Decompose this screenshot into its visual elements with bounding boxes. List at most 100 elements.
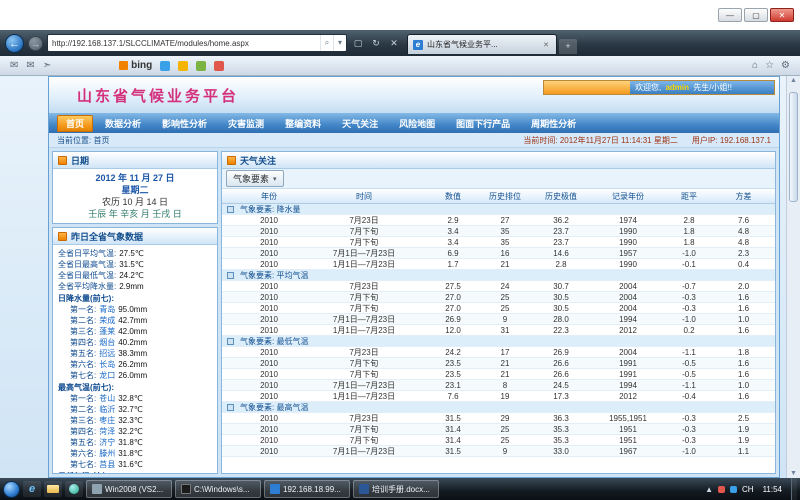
menu-item-5[interactable]: 天气关注 [333, 115, 387, 132]
rank-item: 第二名:临沂32.7℃ [58, 404, 212, 415]
table-row[interactable]: 20107月23日31.52936.31955,1951-0.32.5 [222, 413, 775, 424]
menu-item-8[interactable]: 周期性分析 [522, 115, 585, 132]
explorer-quicklaunch-icon[interactable] [44, 481, 62, 497]
table-row[interactable]: 20107月1日—7月23日23.1824.51994-1.11.0 [222, 380, 775, 391]
tray-app-icon[interactable] [718, 486, 725, 493]
language-indicator[interactable]: CH [742, 485, 754, 494]
table-row[interactable]: 20101月1日—7月23日7.61917.32012-0.41.6 [222, 391, 775, 402]
taskbar-button-0[interactable]: Win2008 (VS2... [86, 480, 172, 498]
station-link[interactable]: 菏泽 [99, 427, 115, 436]
back-button[interactable]: ← [5, 34, 24, 53]
toolbar-app3-icon[interactable] [214, 61, 224, 71]
station-link[interactable]: 招远 [99, 349, 115, 358]
taskbar-button-1[interactable]: C:\Windows\s... [175, 480, 261, 498]
section-header-row[interactable]: 气象要素: 平均气温 [222, 270, 775, 281]
hidden-icons-arrow[interactable]: ▲ [705, 485, 713, 494]
autocomplete-dropdown-icon[interactable]: ▾ [333, 35, 346, 51]
table-cell: 33.0 [532, 446, 590, 456]
screen: — ▢ ✕ ← → http://192.168.137.1/SLCCLIMAT… [0, 0, 800, 500]
station-link[interactable]: 蓬莱 [99, 327, 115, 336]
section-header-row[interactable]: 气象要素: 最高气温 [222, 402, 775, 413]
menu-item-7[interactable]: 图面下行产品 [447, 115, 519, 132]
start-button[interactable] [3, 481, 20, 498]
table-row[interactable]: 20107月下旬3.43523.719901.84.8 [222, 237, 775, 248]
table-cell: 0.2 [666, 325, 712, 335]
forward-button[interactable]: → [28, 36, 43, 51]
table-row[interactable]: 20107月下旬31.42535.31951-0.31.9 [222, 435, 775, 446]
media-quicklaunch-icon[interactable] [65, 481, 83, 497]
compatibility-icon[interactable]: ▢ [351, 38, 365, 49]
menu-item-4[interactable]: 整编资料 [276, 115, 330, 132]
address-bar[interactable]: http://192.168.137.1/SLCCLIMATE/modules/… [47, 34, 347, 52]
messenger-icon[interactable] [160, 61, 170, 71]
ie-quicklaunch-icon[interactable]: e [23, 481, 41, 497]
tab-shandong-climate[interactable]: e 山东省气候业务平... ✕ [407, 34, 557, 54]
minimize-button[interactable]: — [718, 8, 742, 22]
collapse-cell[interactable] [222, 204, 238, 214]
show-desktop-button[interactable] [791, 478, 797, 500]
tab-close-icon[interactable]: ✕ [541, 41, 551, 49]
scrollbar-thumb[interactable] [789, 92, 798, 202]
tray-network-icon[interactable] [730, 486, 737, 493]
scroll-up-icon[interactable]: ▲ [790, 77, 797, 84]
station-link[interactable]: 枣庄 [99, 416, 115, 425]
collapse-cell[interactable] [222, 270, 238, 280]
table-row[interactable]: 20107月下旬27.02530.52004-0.31.6 [222, 303, 775, 314]
station-link[interactable]: 苍山 [99, 394, 115, 403]
stop-icon[interactable]: ✕ [387, 38, 401, 49]
station-link[interactable]: 烟台 [99, 338, 115, 347]
toolbar-app2-icon[interactable] [196, 61, 206, 71]
station-link[interactable]: 荣成 [99, 316, 115, 325]
mail2-icon[interactable]: ✉ [26, 60, 34, 71]
table-row[interactable]: 20107月1日—7月23日26.9928.01994-1.01.0 [222, 314, 775, 325]
maximize-button[interactable]: ▢ [744, 8, 768, 22]
url-text[interactable]: http://192.168.137.1/SLCCLIMATE/modules/… [48, 39, 320, 48]
bing-search-box[interactable]: bing [119, 60, 152, 71]
table-row[interactable]: 20107月23日2.92736.219742.87.6 [222, 215, 775, 226]
taskbar-button-2[interactable]: 192.168.18.99... [264, 480, 350, 498]
close-button[interactable]: ✕ [770, 8, 794, 22]
menu-item-2[interactable]: 影响性分析 [153, 115, 216, 132]
vertical-scrollbar[interactable]: ▲ ▼ [786, 76, 800, 478]
table-row[interactable]: 20107月下旬23.52126.61991-0.51.6 [222, 369, 775, 380]
table-row[interactable]: 20107月下旬27.02530.52004-0.31.6 [222, 292, 775, 303]
table-row[interactable]: 20107月23日24.21726.92004-1.11.8 [222, 347, 775, 358]
table-row[interactable]: 20107月23日27.52430.72004-0.72.0 [222, 281, 775, 292]
station-link[interactable]: 临沂 [99, 405, 115, 414]
station-link[interactable]: 龙口 [99, 371, 115, 380]
table-row[interactable]: 20107月下旬3.43523.719901.84.8 [222, 226, 775, 237]
refresh-icon[interactable]: ↻ [369, 38, 383, 49]
tools-gear-icon[interactable]: ⚙ [781, 60, 790, 71]
send-icon[interactable]: ➣ [43, 60, 51, 71]
element-filter-button[interactable]: 气象要素 ▾ [226, 170, 284, 187]
station-link[interactable]: 青岛 [99, 305, 115, 314]
table-row[interactable]: 20107月1日—7月23日6.91614.61957-1.02.3 [222, 248, 775, 259]
station-link[interactable]: 滕州 [99, 449, 115, 458]
section-header-row[interactable]: 气象要素: 降水量 [222, 204, 775, 215]
collapse-cell[interactable] [222, 402, 238, 412]
menu-item-1[interactable]: 数据分析 [96, 115, 150, 132]
table-row[interactable]: 20107月下旬31.42535.31951-0.31.9 [222, 424, 775, 435]
station-link[interactable]: 济宁 [99, 438, 115, 447]
station-link[interactable]: 莒县 [99, 460, 115, 469]
search-icon[interactable]: ⌕ [320, 35, 333, 51]
table-row[interactable]: 20107月1日—7月23日31.5933.01967-1.01.1 [222, 446, 775, 457]
menu-item-6[interactable]: 风险地图 [390, 115, 444, 132]
favorites-star-icon[interactable]: ☆ [765, 60, 774, 71]
section-header-row[interactable]: 气象要素: 最低气温 [222, 336, 775, 347]
taskbar-button-3[interactable]: 培训手册.docx... [353, 480, 439, 498]
station-link[interactable]: 长岛 [99, 360, 115, 369]
new-tab-button[interactable]: + [559, 39, 577, 54]
table-row[interactable]: 20101月1日—7月23日12.03122.320120.21.6 [222, 325, 775, 336]
mail-icon[interactable]: ✉ [10, 60, 18, 71]
table-row[interactable]: 20107月下旬23.52126.61991-0.51.6 [222, 358, 775, 369]
menu-item-0[interactable]: 首页 [57, 115, 93, 132]
table-cell: 1.1 [712, 446, 775, 456]
table-row[interactable]: 20101月1日—7月23日1.7212.81990-0.10.4 [222, 259, 775, 270]
scroll-down-icon[interactable]: ▼ [790, 470, 797, 477]
menu-item-3[interactable]: 灾害监测 [219, 115, 273, 132]
collapse-cell[interactable] [222, 336, 238, 346]
clock[interactable]: 11:54 [759, 485, 786, 494]
toolbar-app-icon[interactable] [178, 61, 188, 71]
home-icon[interactable]: ⌂ [752, 60, 758, 71]
